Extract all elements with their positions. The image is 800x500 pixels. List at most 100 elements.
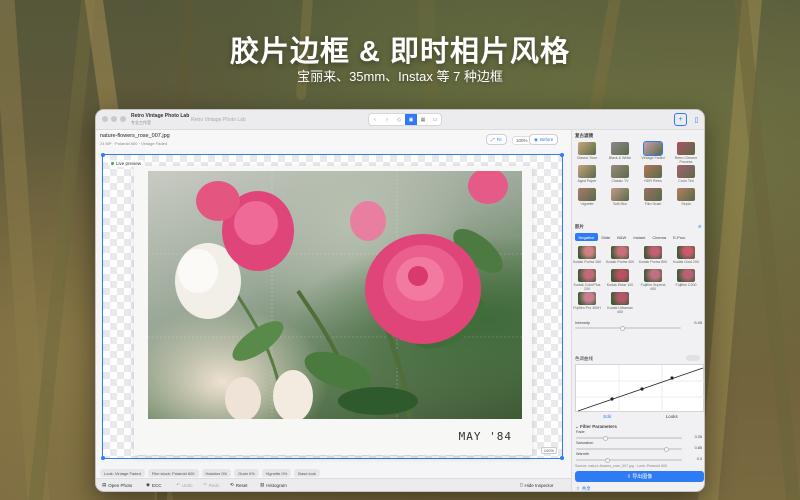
redo-button[interactable]: ↷ Redo — [203, 482, 220, 488]
film-thumb[interactable] — [611, 269, 629, 282]
film-thumb[interactable] — [578, 269, 596, 282]
chevron-left-icon[interactable]: ‹ — [369, 114, 381, 125]
tone-curve-graph[interactable] — [575, 364, 704, 413]
params-title-label: Filter Parameters — [580, 424, 617, 429]
histogram-button[interactable]: ▥ Histogram — [260, 482, 287, 488]
tab-instant[interactable]: Instant — [630, 233, 649, 241]
chip[interactable]: Look: Vintage Faded — [100, 469, 145, 477]
photo-canvas[interactable]: Live preview MAY '84 100% — [101, 153, 564, 460]
rose-photo — [148, 171, 522, 419]
fit-button[interactable]: ⤢ Fit — [486, 134, 507, 145]
tab-eproc[interactable]: E-Proc — [670, 233, 689, 241]
param-label: Warmth — [576, 452, 590, 456]
undo-button[interactable]: ↶ Undo — [176, 482, 193, 488]
film-settings-icon[interactable]: ⚙ — [698, 224, 702, 229]
preset-label: Classic TV — [611, 179, 629, 183]
resize-handle[interactable] — [560, 153, 564, 157]
hide-inspector-button[interactable]: ▯ Hide Inspector — [520, 482, 554, 488]
param-slider[interactable] — [576, 446, 682, 452]
histogram-label: Histogram — [266, 482, 287, 488]
before-button[interactable]: ◉ Before — [529, 134, 559, 145]
close-window-button[interactable] — [102, 116, 108, 122]
preset-thumb[interactable] — [644, 188, 662, 201]
preset-thumb[interactable] — [677, 165, 695, 178]
chevron-down-icon[interactable]: ⌄ — [575, 424, 579, 429]
resize-handle[interactable] — [101, 153, 105, 157]
film-thumb[interactable] — [677, 246, 695, 259]
headline: 胶片边框 & 即时相片风格 — [229, 36, 571, 68]
preset-thumb[interactable] — [677, 142, 695, 155]
file-name: nature-flowers_rose_007.jpg — [100, 133, 170, 139]
film-label: Kodak Ultramax 400 — [607, 306, 633, 314]
compare-view-icon[interactable]: ▭ — [429, 114, 441, 125]
param-value: 0.3 — [696, 457, 702, 461]
open-photo-button[interactable]: ▤ Open Photo — [102, 482, 132, 488]
resize-handle[interactable] — [560, 456, 564, 460]
polaroid-frame: MAY '84 — [134, 166, 532, 455]
zoom-window-button[interactable] — [120, 116, 126, 122]
chevron-right-icon[interactable]: › — [381, 114, 393, 125]
preset-thumb[interactable] — [643, 141, 663, 156]
grid-view-icon[interactable]: ▦ — [417, 114, 429, 125]
film-thumb[interactable] — [611, 292, 629, 305]
chip[interactable]: Film stock: Polaroid 600 — [147, 469, 199, 477]
film-thumb[interactable] — [578, 292, 596, 305]
preset-thumb[interactable] — [611, 188, 629, 201]
slider-knob[interactable] — [620, 325, 626, 331]
resize-handle[interactable] — [101, 456, 105, 460]
minimize-window-button[interactable] — [111, 116, 117, 122]
curve-toggle[interactable] — [686, 355, 700, 361]
tab-slide[interactable]: Slide — [598, 233, 614, 241]
preset-label: Film Grain — [644, 202, 662, 206]
param-value: 0.28 — [694, 435, 702, 439]
preset-thumb[interactable] — [578, 165, 596, 178]
preset-thumb[interactable] — [611, 165, 629, 178]
crop-icon[interactable]: ◇ — [393, 114, 405, 125]
eye-icon: ◉ — [534, 136, 538, 142]
film-thumb[interactable] — [578, 246, 596, 259]
film-thumb[interactable] — [644, 246, 662, 259]
add-icon[interactable]: + — [674, 113, 687, 126]
tab-cinema[interactable]: Cinema — [649, 233, 670, 241]
param-slider[interactable] — [576, 457, 682, 463]
slider-knob[interactable] — [605, 457, 611, 463]
preset-thumb[interactable] — [578, 142, 596, 155]
intensity-slider[interactable] — [575, 325, 681, 331]
chip[interactable]: Base look — [294, 469, 320, 477]
film-label: Fujifilm Pro 400H — [573, 306, 601, 310]
tab-bw[interactable]: B&W — [614, 233, 630, 241]
chip[interactable]: Halation 0% — [201, 469, 232, 477]
chip[interactable]: Vignette 0% — [261, 469, 292, 477]
tab-negative[interactable]: Negative — [575, 233, 598, 241]
param-slider[interactable] — [576, 435, 682, 441]
tab-looks[interactable]: Looks — [640, 413, 705, 421]
preset-thumb[interactable] — [611, 142, 629, 155]
preset-thumb[interactable] — [578, 188, 596, 201]
film-label: Kodak Portra 160 — [573, 260, 601, 264]
preset-label: Classic Tone — [576, 156, 598, 160]
status-dot-icon — [111, 162, 114, 165]
compare-button[interactable]: ◉ ECC — [146, 482, 161, 488]
chip[interactable]: Grain 0% — [234, 469, 259, 477]
bottom-toolbar: ▤ Open Photo ◉ ECC ↶ Undo ↷ Redo ⟲ Reset… — [96, 478, 571, 491]
slider-knob[interactable] — [603, 435, 609, 441]
preset-thumb[interactable] — [677, 188, 695, 201]
film-thumb[interactable] — [677, 269, 695, 282]
tab-edit[interactable]: Edit — [575, 413, 640, 421]
file-meta: 24 MP · Polaroid 600 · Vintage Faded — [100, 141, 168, 146]
photo-view-icon[interactable]: ▣ — [405, 114, 417, 125]
film-thumb[interactable] — [644, 269, 662, 282]
share-button[interactable]: ⇧ 共享 — [576, 486, 591, 491]
preset-label: HDR Retro — [644, 179, 662, 183]
film-thumb[interactable] — [611, 246, 629, 259]
before-label: Before — [539, 137, 554, 142]
film-label: Fujifilm C200 — [675, 283, 697, 287]
redo-label: Redo — [208, 482, 220, 488]
slider-knob[interactable] — [663, 446, 669, 452]
reset-button[interactable]: ⟲ Reset — [230, 482, 248, 488]
preset-label: Sepia — [681, 202, 691, 206]
export-button[interactable]: ⇪ 导出图像 — [575, 471, 704, 482]
app-window: Retro Vintage Photo Lab 专业工作室 Retro Vint… — [95, 109, 705, 492]
sidebar-toggle-icon[interactable]: ▯ — [690, 113, 703, 126]
preset-thumb[interactable] — [644, 165, 662, 178]
